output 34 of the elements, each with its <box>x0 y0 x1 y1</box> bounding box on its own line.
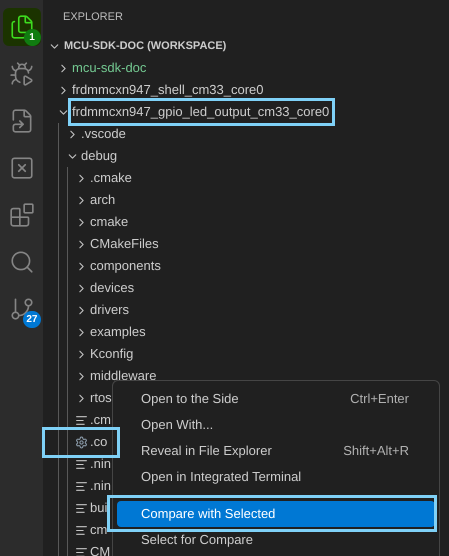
tree-label: .cm <box>90 411 111 430</box>
tree-label: CMakeFiles <box>90 235 159 254</box>
shortcut-label: Shift+Alt+R <box>343 442 409 460</box>
tree-label: debug <box>81 147 118 166</box>
menu-label: Select for Compare <box>141 531 253 550</box>
tree-label: .co <box>90 433 108 452</box>
tree-label: drivers <box>90 301 130 320</box>
menu-label: Open With... <box>141 416 214 434</box>
tree-label: Kconfig <box>90 345 134 364</box>
count-badge: 27 <box>23 311 40 328</box>
menu-label: Open to the Side <box>141 390 239 408</box>
menu-label: Reveal in File Explorer <box>141 442 272 460</box>
tree-label: arch <box>90 191 116 210</box>
tree-label: .vscode <box>81 125 126 144</box>
tree-label: examples <box>90 323 146 342</box>
tree-label: components <box>90 257 161 276</box>
tree-label: devices <box>90 279 134 298</box>
tree-label: mcu-sdk-doc <box>72 59 146 78</box>
tree-label: middleware <box>90 367 156 386</box>
count-badge: 1 <box>24 29 40 46</box>
tree-label: frdmmcxn947_gpio_led_output_cm33_core0 <box>72 102 330 122</box>
tree-label: frdmmcxn947_shell_cm33_core0 <box>72 81 264 100</box>
tree-label: .cmake <box>90 169 132 188</box>
tree-label: bui <box>90 499 108 518</box>
tree-label: .nin <box>90 455 111 474</box>
tree-label: .nin <box>90 477 111 496</box>
tree-label: cm <box>90 521 108 540</box>
shortcut-label: Ctrl+Enter <box>350 390 409 408</box>
menu-label: Compare with Selected <box>141 505 276 524</box>
tree-label: rtos <box>90 389 112 408</box>
sidebar-title: EXPLORER <box>63 10 123 26</box>
workspace-title: MCU-SDK-DOC (WORKSPACE) <box>64 38 226 54</box>
menu-label: Open in Integrated Terminal <box>141 468 302 486</box>
tree-label: cmake <box>90 213 128 232</box>
